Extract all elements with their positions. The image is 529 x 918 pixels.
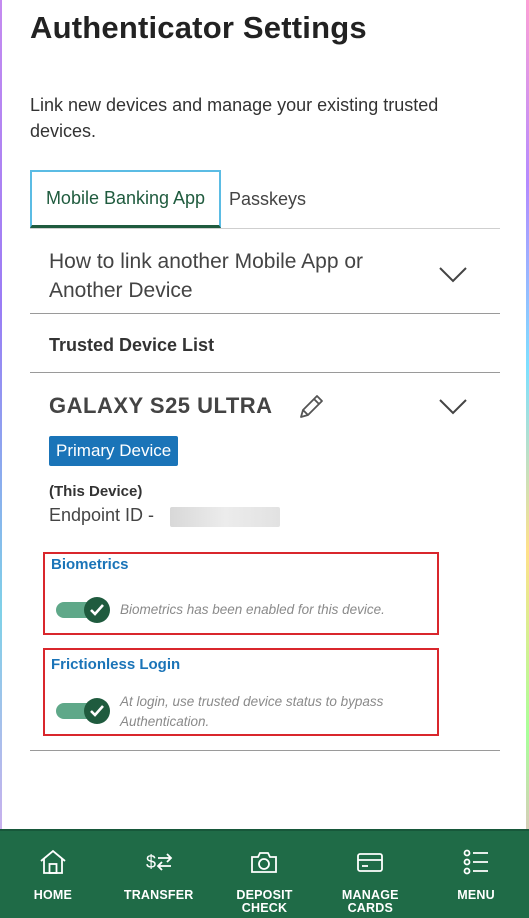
home-icon	[37, 847, 69, 877]
bottom-nav: HOME $ TRANSFER DEPOSIT CHECK MANAGE CARDS	[0, 829, 529, 918]
nav-home[interactable]: HOME	[0, 831, 106, 918]
tab-bar: Mobile Banking App Passkeys	[30, 170, 316, 228]
divider	[30, 372, 500, 373]
chevron-down-icon[interactable]	[438, 398, 468, 416]
biometrics-section: Biometrics Biometrics has been enabled f…	[43, 552, 439, 635]
tab-mobile-banking-app[interactable]: Mobile Banking App	[30, 170, 221, 228]
nav-menu[interactable]: MENU	[423, 831, 529, 918]
redacted-endpoint-id	[170, 507, 280, 527]
device-name: GALAXY S25 ULTRA	[49, 393, 273, 418]
pencil-icon[interactable]	[296, 392, 326, 422]
check-icon	[84, 698, 110, 724]
nav-label: MANAGE CARDS	[341, 888, 399, 915]
endpoint-id-label: Endpoint ID -	[49, 505, 155, 525]
frictionless-login-title: Frictionless Login	[51, 656, 181, 673]
nav-manage-cards[interactable]: MANAGE CARDS	[317, 831, 423, 918]
nav-deposit-check[interactable]: DEPOSIT CHECK	[212, 831, 318, 918]
divider	[30, 313, 500, 314]
svg-text:$: $	[146, 852, 156, 872]
screen-edge-left	[0, 0, 2, 918]
card-icon	[354, 847, 386, 877]
primary-device-badge: Primary Device	[49, 436, 179, 466]
nav-label: DEPOSIT CHECK	[236, 888, 293, 915]
nav-label: HOME	[33, 888, 73, 902]
biometrics-title: Biometrics	[51, 556, 129, 573]
trusted-device-list-title: Trusted Device List	[49, 335, 215, 355]
tab-passkeys[interactable]: Passkeys	[221, 170, 316, 228]
description-line: Authentication.	[120, 714, 210, 729]
nav-label: MENU	[457, 888, 495, 902]
frictionless-login-toggle[interactable]	[56, 698, 110, 724]
page-subtitle: Link new devices and manage your existin…	[30, 95, 439, 141]
camera-icon	[248, 847, 280, 877]
this-device-label: (This Device)	[49, 483, 143, 500]
divider	[30, 750, 500, 751]
nav-label: TRANSFER	[123, 888, 194, 902]
biometrics-toggle[interactable]	[56, 597, 110, 623]
transfer-icon: $	[143, 847, 175, 877]
chevron-down-icon[interactable]	[438, 266, 468, 284]
divider	[30, 228, 500, 229]
check-icon	[84, 597, 110, 623]
frictionless-login-section: Frictionless Login At login, use trusted…	[43, 648, 439, 736]
page-title: Authenticator Settings	[30, 10, 367, 45]
nav-transfer[interactable]: $ TRANSFER	[106, 831, 212, 918]
menu-icon	[460, 847, 492, 877]
biometrics-description: Biometrics has been enabled for this dev…	[120, 602, 385, 617]
description-line: At login, use trusted device status to b…	[120, 694, 384, 709]
howto-link-accordion[interactable]: How to link another Mobile App or Anothe…	[49, 247, 429, 305]
frictionless-login-description: At login, use trusted device status to b…	[120, 692, 383, 732]
